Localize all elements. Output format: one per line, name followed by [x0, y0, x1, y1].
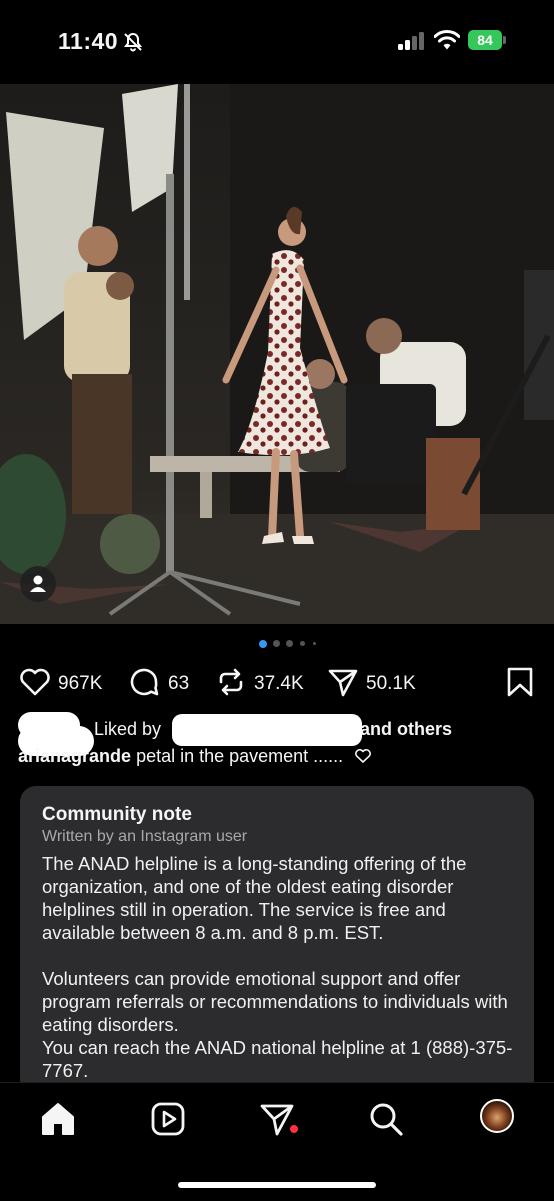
- liked-by-label: Liked by: [94, 719, 162, 739]
- nav-search[interactable]: [366, 1099, 406, 1139]
- comment-count: 63: [168, 673, 190, 694]
- wifi-icon: [434, 30, 460, 50]
- cellular-signal-icon: [398, 32, 424, 50]
- status-bar: 11:40 84: [0, 0, 554, 84]
- share-count: 50.1K: [366, 673, 416, 694]
- home-indicator: [178, 1182, 376, 1188]
- bookmark-icon: [507, 667, 533, 697]
- search-icon: [370, 1103, 403, 1136]
- repost-count: 37.4K: [254, 673, 304, 694]
- tagged-users-button[interactable]: [20, 566, 56, 602]
- carousel-dot: [286, 640, 293, 647]
- carousel-dot: [300, 641, 305, 646]
- notification-dot: [290, 1125, 298, 1133]
- repost-button[interactable]: 37.4K: [214, 665, 314, 699]
- post-photo[interactable]: [0, 84, 554, 624]
- like-button[interactable]: 967K: [18, 665, 118, 699]
- home-icon: [42, 1103, 74, 1135]
- direct-messages-icon: [260, 1104, 294, 1136]
- reels-icon: [151, 1102, 185, 1136]
- nav-profile-avatar[interactable]: [480, 1099, 514, 1133]
- nav-direct-messages[interactable]: [257, 1099, 297, 1139]
- community-note-body: The ANAD helpline is a long-standing off…: [42, 852, 522, 1082]
- community-note-paragraph: Volunteers can provide emotional support…: [42, 968, 513, 1081]
- nav-reels[interactable]: [148, 1099, 188, 1139]
- person-icon: [30, 575, 46, 592]
- caption-like-heart-icon[interactable]: [354, 748, 372, 764]
- nav-home[interactable]: [38, 1099, 78, 1139]
- battery-level: 84: [477, 32, 493, 48]
- share-button[interactable]: 50.1K: [326, 665, 426, 699]
- community-note-title: Community note: [42, 804, 192, 825]
- repost-icon: [219, 668, 243, 696]
- comment-button[interactable]: 63: [128, 665, 198, 699]
- paper-plane-icon: [328, 669, 358, 697]
- community-note-paragraph: The ANAD helpline is a long-standing off…: [42, 853, 467, 943]
- community-note-subtitle: Written by an Instagram user: [42, 828, 248, 845]
- like-count: 967K: [58, 673, 103, 694]
- liked-by-row[interactable]: Liked by and others: [0, 712, 554, 756]
- comment-icon: [130, 668, 159, 696]
- save-button[interactable]: [504, 665, 536, 699]
- carousel-indicator: [0, 638, 554, 648]
- caption: arianagrande petal in the pavement .....…: [18, 746, 538, 772]
- carousel-dot: [313, 642, 316, 645]
- status-time: 11:40: [58, 28, 119, 54]
- community-note-card[interactable]: Community note Written by an Instagram u…: [20, 786, 534, 1096]
- liked-by-others[interactable]: and others: [360, 719, 452, 740]
- caption-username[interactable]: arianagrande: [18, 746, 131, 766]
- battery-cap: [503, 36, 506, 44]
- caption-text: petal in the pavement ......: [136, 746, 344, 766]
- carousel-dot-active: [259, 640, 267, 648]
- bell-slash-icon: [123, 32, 143, 52]
- carousel-dot: [273, 640, 280, 647]
- post-actions: 967K 63 37.4K 50.1K: [0, 660, 554, 704]
- heart-icon: [20, 668, 50, 696]
- battery-icon: 84: [468, 30, 502, 50]
- redacted-username: [172, 714, 362, 746]
